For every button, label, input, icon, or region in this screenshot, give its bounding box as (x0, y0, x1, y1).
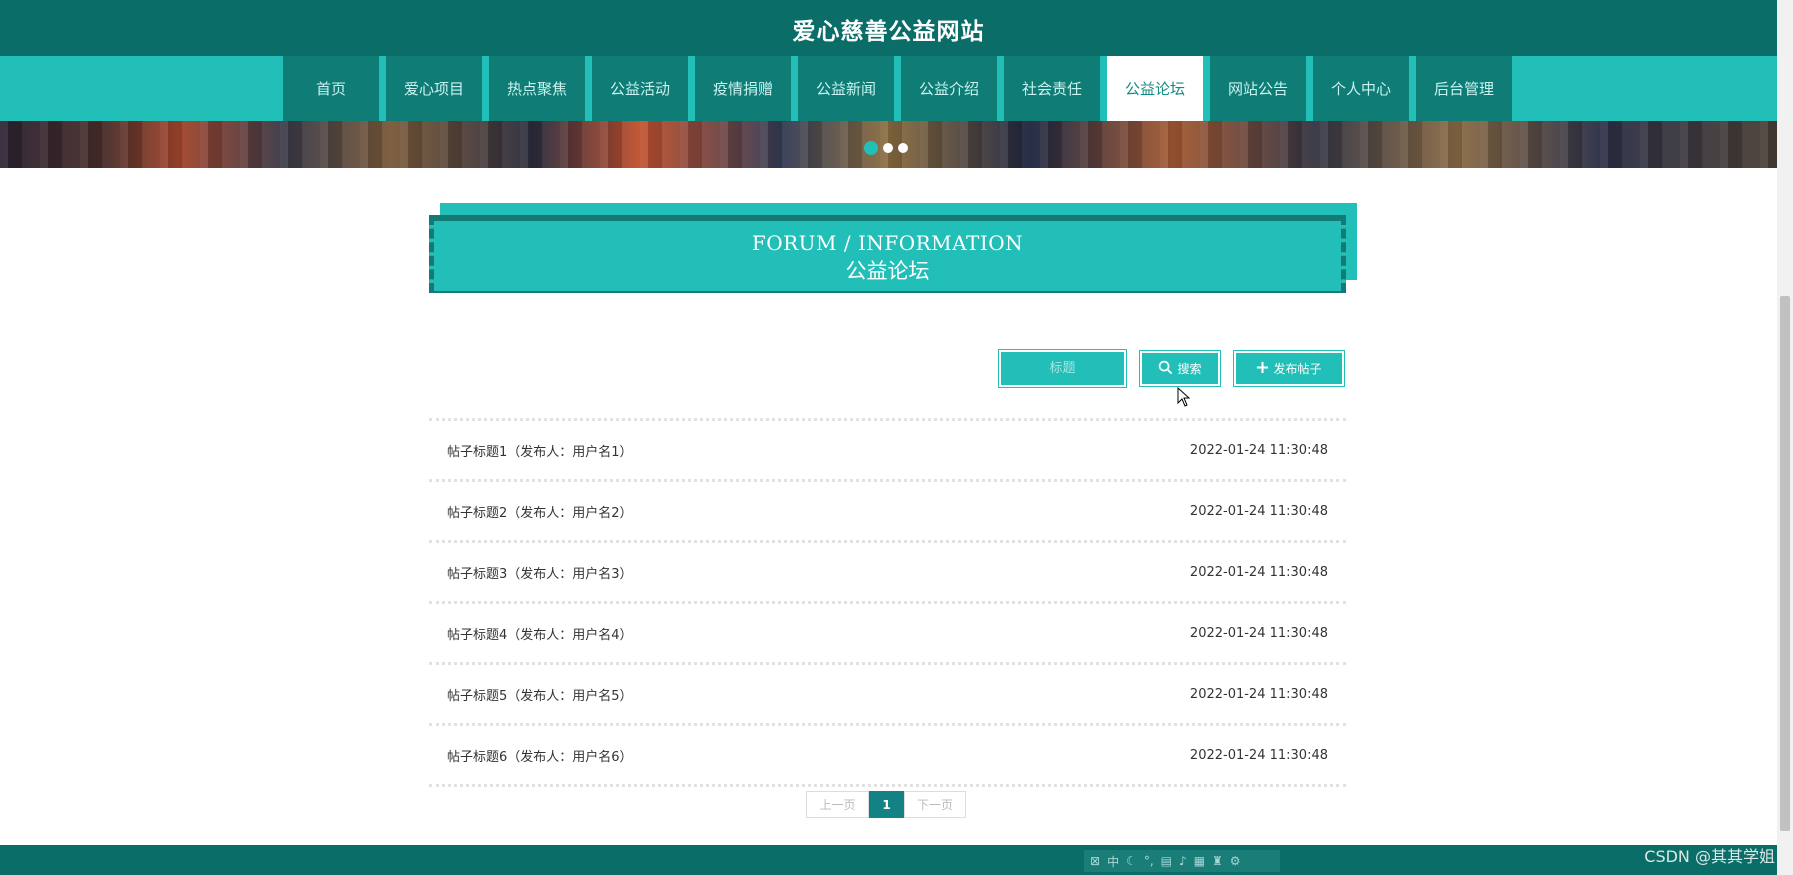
post-title[interactable]: 帖子标题6（发布人：用户名6） (447, 746, 633, 765)
prev-page-button[interactable]: 上一页 (806, 791, 869, 818)
post-title[interactable]: 帖子标题4（发布人：用户名4） (447, 624, 633, 643)
post-row[interactable]: 帖子标题6（发布人：用户名6） 2022-01-24 11:30:48 (429, 723, 1346, 787)
post-row[interactable]: 帖子标题1（发布人：用户名1） 2022-01-24 11:30:48 (429, 418, 1346, 479)
post-time: 2022-01-24 11:30:48 (1189, 442, 1328, 458)
nav-item-news[interactable]: 公益新闻 (798, 56, 894, 121)
watermark: CSDN @其其学姐 (1644, 847, 1775, 866)
section-header-box: FORUM / INFORMATION 公益论坛 (429, 215, 1346, 293)
gear-icon[interactable]: ⚙ (1230, 854, 1241, 868)
carousel-dot[interactable] (864, 141, 878, 155)
plus-icon (1256, 361, 1269, 377)
pagination: 上一页 1 下一页 (806, 791, 966, 818)
page-scrollbar[interactable] (1777, 0, 1793, 875)
grid-icon[interactable]: ▦ (1194, 854, 1205, 868)
search-title-input[interactable] (998, 349, 1127, 388)
ime-logo-icon[interactable]: ⊠ (1090, 854, 1100, 868)
nav-item-announcements[interactable]: 网站公告 (1210, 56, 1306, 121)
keyboard-icon[interactable]: ▤ (1161, 854, 1172, 868)
ime-toolbar[interactable]: ⊠ 中 ☾ °, ▤ ♪ ▦ ♜ ⚙ (1084, 850, 1280, 872)
post-time: 2022-01-24 11:30:48 (1189, 503, 1328, 519)
search-icon (1158, 360, 1173, 378)
moon-icon[interactable]: ☾ (1126, 854, 1137, 868)
skin-icon[interactable]: ♜ (1212, 854, 1223, 868)
nav-item-introduction[interactable]: 公益介绍 (901, 56, 997, 121)
search-button[interactable]: 搜索 (1139, 350, 1221, 387)
nav-item-home[interactable]: 首页 (283, 56, 379, 121)
post-time: 2022-01-24 11:30:48 (1189, 686, 1328, 702)
punctuation-icon[interactable]: °, (1144, 854, 1154, 868)
post-time: 2022-01-24 11:30:48 (1189, 564, 1328, 580)
search-button-label: 搜索 (1177, 362, 1202, 376)
post-title[interactable]: 帖子标题5（发布人：用户名5） (447, 685, 633, 704)
next-page-button[interactable]: 下一页 (904, 791, 966, 818)
carousel-dot[interactable] (898, 143, 908, 153)
section-title-cn: 公益论坛 (845, 259, 930, 283)
publish-post-label: 发布帖子 (1273, 362, 1322, 376)
post-row[interactable]: 帖子标题3（发布人：用户名3） 2022-01-24 11:30:48 (429, 540, 1346, 601)
mic-icon[interactable]: ♪ (1179, 854, 1187, 868)
post-time: 2022-01-24 11:30:48 (1189, 625, 1328, 641)
post-list: 帖子标题1（发布人：用户名1） 2022-01-24 11:30:48 帖子标题… (429, 418, 1346, 787)
post-time: 2022-01-24 11:30:48 (1189, 747, 1328, 763)
current-page-button[interactable]: 1 (869, 791, 904, 818)
post-title[interactable]: 帖子标题1（发布人：用户名1） (447, 441, 633, 460)
carousel-dot[interactable] (883, 143, 893, 153)
footer (0, 845, 1777, 875)
section-header: FORUM / INFORMATION 公益论坛 (429, 203, 1357, 293)
nav-item-admin[interactable]: 后台管理 (1416, 56, 1512, 121)
nav-item-personal-center[interactable]: 个人中心 (1313, 56, 1409, 121)
nav-item-epidemic-donation[interactable]: 疫情捐赠 (695, 56, 791, 121)
banner-carousel (0, 121, 1777, 168)
nav-item-charity-projects[interactable]: 爱心项目 (386, 56, 482, 121)
main-nav: 首页 爱心项目 热点聚焦 公益活动 疫情捐赠 公益新闻 公益介绍 社会责任 公益… (0, 56, 1777, 121)
ime-mode-label[interactable]: 中 (1107, 853, 1119, 870)
site-title: 爱心慈善公益网站 (792, 19, 985, 45)
nav-item-social-responsibility[interactable]: 社会责任 (1004, 56, 1100, 121)
publish-post-button[interactable]: 发布帖子 (1233, 350, 1345, 387)
nav-items: 首页 爱心项目 热点聚焦 公益活动 疫情捐赠 公益新闻 公益介绍 社会责任 公益… (283, 56, 1512, 121)
nav-item-forum[interactable]: 公益论坛 (1107, 56, 1203, 121)
site-header: 爱心慈善公益网站 (0, 0, 1777, 56)
scrollbar-thumb[interactable] (1780, 296, 1790, 831)
nav-item-activities[interactable]: 公益活动 (592, 56, 688, 121)
post-row[interactable]: 帖子标题2（发布人：用户名2） 2022-01-24 11:30:48 (429, 479, 1346, 540)
nav-item-hot-topics[interactable]: 热点聚焦 (489, 56, 585, 121)
carousel-dots (864, 141, 908, 155)
post-title[interactable]: 帖子标题2（发布人：用户名2） (447, 502, 633, 521)
mouse-cursor-icon (1177, 386, 1191, 411)
post-row[interactable]: 帖子标题5（发布人：用户名5） 2022-01-24 11:30:48 (429, 662, 1346, 723)
post-title[interactable]: 帖子标题3（发布人：用户名3） (447, 563, 633, 582)
section-title-en: FORUM / INFORMATION (751, 231, 1024, 255)
post-row[interactable]: 帖子标题4（发布人：用户名4） 2022-01-24 11:30:48 (429, 601, 1346, 662)
